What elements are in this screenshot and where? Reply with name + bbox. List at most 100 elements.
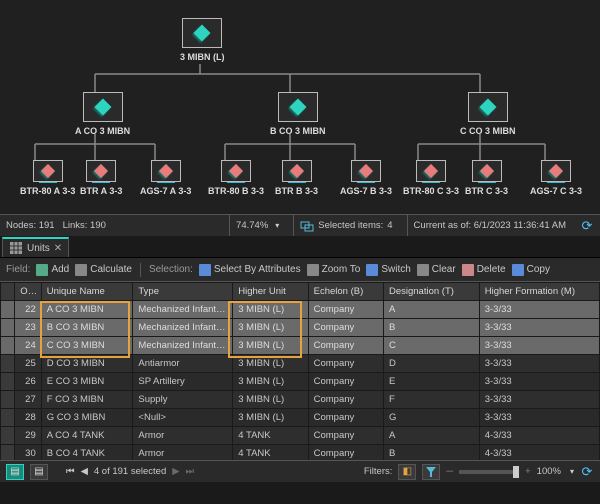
pager-prev[interactable]: ◀ — [81, 466, 88, 477]
table-row[interactable]: 30B CO 4 TANKArmor4 TANKCompanyB4-3/33 — [1, 445, 600, 461]
tab-units[interactable]: Units ✕ — [2, 237, 69, 257]
row-selector[interactable] — [1, 301, 15, 319]
cell[interactable]: C — [383, 337, 479, 355]
tree-node-l3-3[interactable]: BTR-80 B 3-3 — [208, 160, 264, 196]
col-selector[interactable] — [1, 283, 15, 301]
cell[interactable]: Company — [308, 409, 383, 427]
switch-button[interactable]: Switch — [366, 264, 410, 276]
tree-node-l3-5[interactable]: AGS-7 B 3-3 — [340, 160, 392, 196]
cell[interactable]: 3 MIBN (L) — [233, 391, 308, 409]
zoom-dropdown[interactable] — [567, 466, 574, 477]
cell[interactable]: 4-3/33 — [479, 445, 599, 461]
cell[interactable]: 3-3/33 — [479, 391, 599, 409]
selected-items[interactable]: Selected items: 4 — [293, 215, 398, 236]
pager-first[interactable]: ⏮ — [66, 466, 75, 477]
delete-button[interactable]: Delete — [462, 264, 506, 276]
row-selector[interactable] — [1, 373, 15, 391]
cell[interactable]: D — [383, 355, 479, 373]
cell[interactable]: 4 TANK — [233, 445, 308, 461]
tree-node-root[interactable]: 3 MIBN (L) — [180, 18, 225, 62]
cell[interactable]: C CO 3 MIBN — [41, 337, 133, 355]
tree-node-l3-4[interactable]: BTR B 3-3 — [275, 160, 318, 196]
refresh-icon[interactable] — [580, 219, 594, 233]
cell[interactable]: Mechanized Infantry (Li… — [133, 337, 233, 355]
cell[interactable]: B — [383, 445, 479, 461]
cell[interactable]: Mechanized Infantry (Li… — [133, 301, 233, 319]
cell[interactable]: Company — [308, 391, 383, 409]
cell[interactable]: 3-3/33 — [479, 319, 599, 337]
cell[interactable]: Armor — [133, 427, 233, 445]
cell[interactable]: Company — [308, 319, 383, 337]
filter-extent-button[interactable]: ◧ — [398, 464, 416, 480]
cell[interactable]: G CO 3 MIBN — [41, 409, 133, 427]
col-echelon[interactable]: Echelon (B) — [308, 283, 383, 301]
table-row[interactable]: 23B CO 3 MIBNMechanized Infantry (Li…3 M… — [1, 319, 600, 337]
filter-time-button[interactable] — [422, 464, 440, 480]
cell[interactable]: 24 — [15, 337, 41, 355]
cell[interactable]: 26 — [15, 373, 41, 391]
row-selector[interactable] — [1, 427, 15, 445]
show-all-button[interactable]: ▤ — [6, 464, 24, 480]
cell[interactable]: E — [383, 373, 479, 391]
col-oid[interactable]: OID — [15, 283, 41, 301]
col-higher-formation[interactable]: Higher Formation (M) — [479, 283, 599, 301]
col-higher-unit[interactable]: Higher Unit — [233, 283, 308, 301]
cell[interactable]: Company — [308, 301, 383, 319]
table-row[interactable]: 25D CO 3 MIBNAntiarmor3 MIBN (L)CompanyD… — [1, 355, 600, 373]
tree-node-l3-8[interactable]: AGS-7 C 3-3 — [530, 160, 582, 196]
cell[interactable]: Company — [308, 373, 383, 391]
add-field-button[interactable]: Add — [36, 264, 69, 276]
cell[interactable]: 3 MIBN (L) — [233, 373, 308, 391]
cell[interactable]: Antiarmor — [133, 355, 233, 373]
cell[interactable]: F — [383, 391, 479, 409]
cell[interactable]: 3-3/33 — [479, 373, 599, 391]
tree-node-l2-2[interactable]: C CO 3 MIBN — [460, 92, 516, 136]
table-row[interactable]: 29A CO 4 TANKArmor4 TANKCompanyA4-3/33 — [1, 427, 600, 445]
cell[interactable]: A CO 4 TANK — [41, 427, 133, 445]
cell[interactable]: 27 — [15, 391, 41, 409]
cell[interactable]: Supply — [133, 391, 233, 409]
select-by-attributes-button[interactable]: Select By Attributes — [199, 264, 301, 276]
tree-node-l2-0[interactable]: A CO 3 MIBN — [75, 92, 130, 136]
link-chart-diagram[interactable]: 3 MIBN (L) A CO 3 MIBN B CO 3 MIBN C CO … — [0, 0, 600, 236]
show-selected-button[interactable]: ▤ — [30, 464, 48, 480]
table-row[interactable]: 27F CO 3 MIBNSupply3 MIBN (L)CompanyF3-3… — [1, 391, 600, 409]
zoom-to-button[interactable]: Zoom To — [307, 264, 361, 276]
cell[interactable]: 23 — [15, 319, 41, 337]
cell[interactable]: Mechanized Infantry (Li… — [133, 319, 233, 337]
refresh-table-icon[interactable] — [580, 465, 594, 479]
tree-node-l3-6[interactable]: BTR-80 C 3-3 — [403, 160, 459, 196]
close-icon[interactable]: ✕ — [54, 243, 62, 254]
cell[interactable]: 30 — [15, 445, 41, 461]
cell[interactable]: 4-3/33 — [479, 427, 599, 445]
cell[interactable]: D CO 3 MIBN — [41, 355, 133, 373]
calculate-button[interactable]: Calculate — [75, 264, 132, 276]
cell[interactable]: Company — [308, 427, 383, 445]
cell[interactable]: 3-3/33 — [479, 301, 599, 319]
cell[interactable]: 3-3/33 — [479, 337, 599, 355]
cell[interactable]: B CO 3 MIBN — [41, 319, 133, 337]
tree-node-l3-1[interactable]: BTR A 3-3 — [80, 160, 122, 196]
cell[interactable]: 3-3/33 — [479, 355, 599, 373]
row-selector[interactable] — [1, 319, 15, 337]
cell[interactable]: 28 — [15, 409, 41, 427]
col-designation[interactable]: Designation (T) — [383, 283, 479, 301]
cell[interactable]: 4 TANK — [233, 427, 308, 445]
cell[interactable]: 25 — [15, 355, 41, 373]
zoom-slider[interactable] — [459, 470, 519, 474]
row-selector[interactable] — [1, 409, 15, 427]
tree-node-l3-0[interactable]: BTR-80 A 3-3 — [20, 160, 75, 196]
row-selector[interactable] — [1, 337, 15, 355]
cell[interactable]: B — [383, 319, 479, 337]
table-row[interactable]: 26E CO 3 MIBNSP Artillery3 MIBN (L)Compa… — [1, 373, 600, 391]
cell[interactable]: A — [383, 427, 479, 445]
clear-button[interactable]: Clear — [417, 264, 456, 276]
cell[interactable]: 3 MIBN (L) — [233, 337, 308, 355]
zoom-display[interactable]: 74.74% — [229, 215, 285, 236]
attribute-table[interactable]: OID Unique Name Type Higher Unit Echelon… — [0, 282, 600, 460]
cell[interactable]: Armor — [133, 445, 233, 461]
cell[interactable]: 29 — [15, 427, 41, 445]
cell[interactable]: 3 MIBN (L) — [233, 319, 308, 337]
pager-next[interactable]: ▶ — [172, 466, 179, 477]
cell[interactable]: <Null> — [133, 409, 233, 427]
